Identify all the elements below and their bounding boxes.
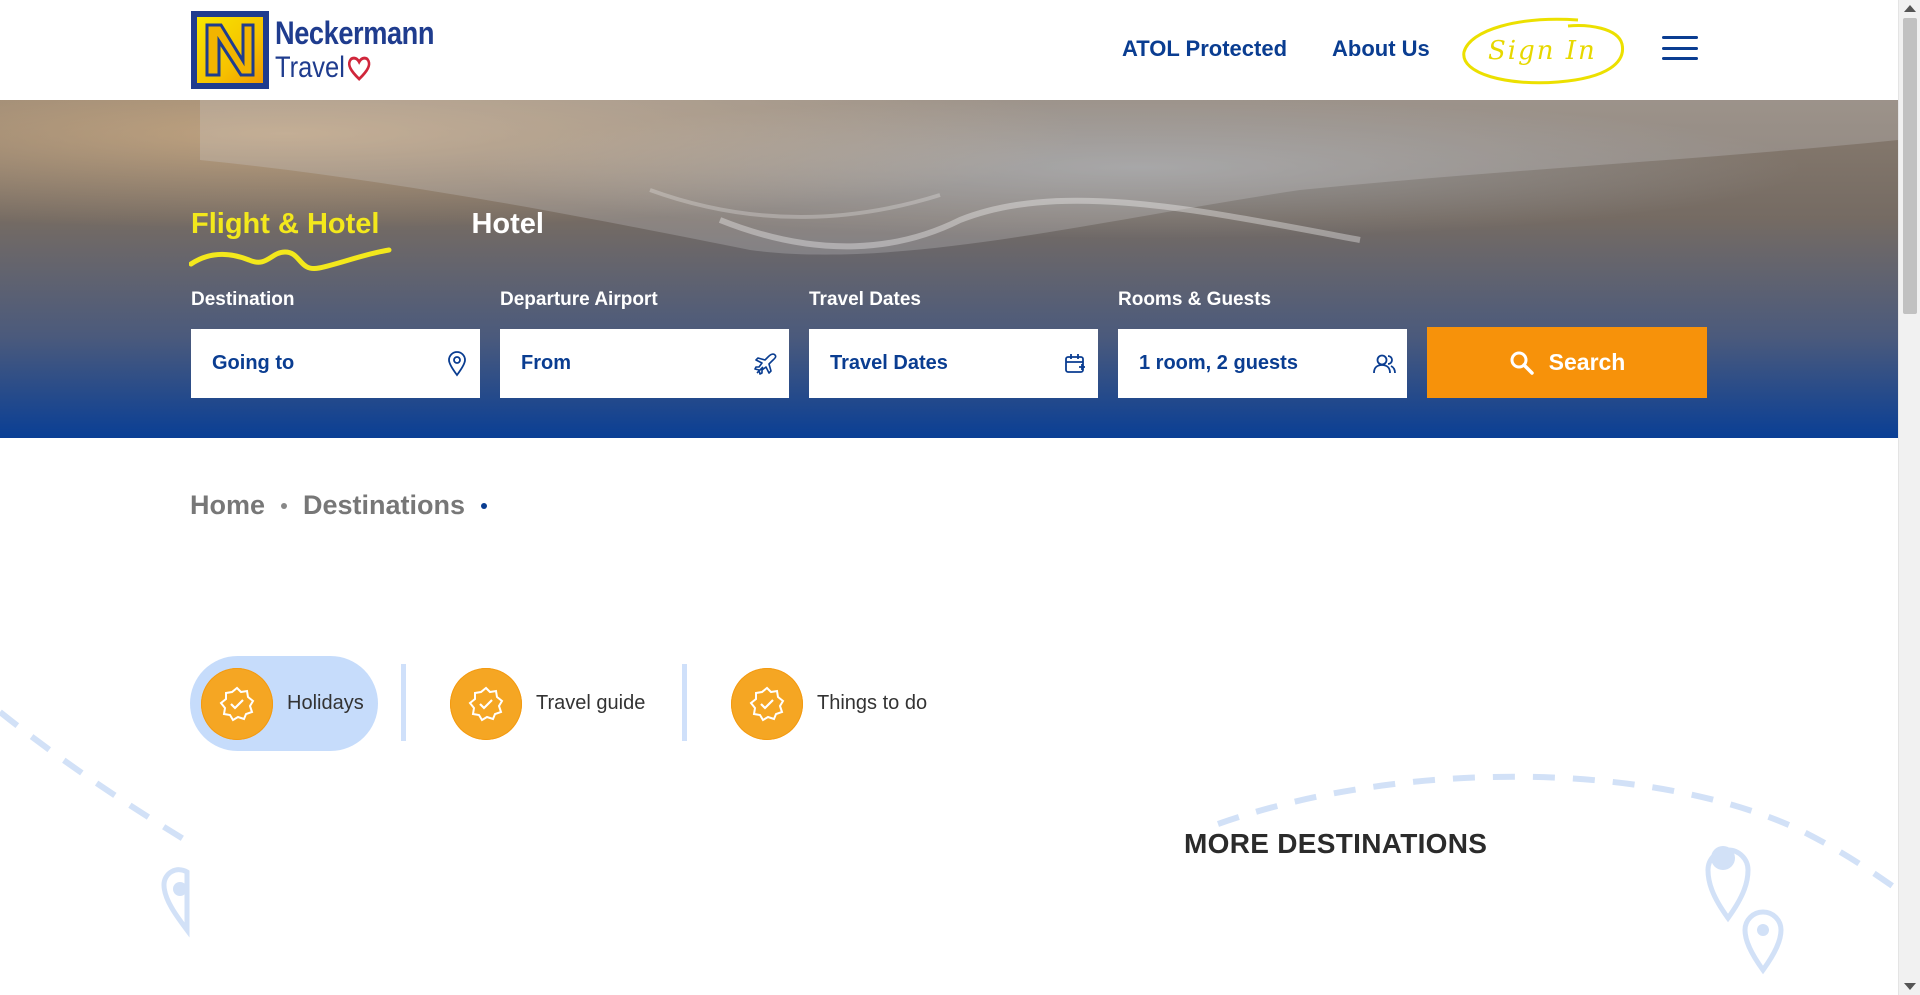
search-button-label: Search <box>1548 349 1626 375</box>
breadcrumb-separator <box>481 502 488 509</box>
travel-dates-field[interactable]: Travel Dates <box>809 329 1098 398</box>
breadcrumb-destinations[interactable]: Destinations <box>303 490 465 521</box>
guests-icon <box>1373 354 1396 374</box>
sign-in-button[interactable]: Sign In <box>1458 14 1628 88</box>
scroll-up-arrow-icon[interactable] <box>1904 5 1916 12</box>
rooms-guests-label: Rooms & Guests <box>1118 289 1272 310</box>
logo-text-travel: Travel <box>275 51 345 84</box>
destination-label: Destination <box>191 289 295 310</box>
badge-check-icon <box>201 667 273 740</box>
departure-placeholder: From <box>521 352 571 374</box>
badge-check-icon <box>450 667 522 740</box>
heart-icon <box>348 56 371 81</box>
category-holidays-label: Holidays <box>287 692 364 714</box>
departure-airport-label: Departure Airport <box>500 289 658 310</box>
scroll-down-arrow-icon[interactable] <box>1904 983 1916 990</box>
departure-airport-field[interactable]: From <box>500 329 789 398</box>
more-destinations-heading: MORE DESTINATIONS <box>1184 828 1488 859</box>
rooms-guests-value: 1 room, 2 guests <box>1139 352 1298 374</box>
rooms-guests-field[interactable]: 1 room, 2 guests <box>1118 329 1407 398</box>
nav-atol-protected[interactable]: ATOL Protected <box>1122 36 1287 62</box>
neckermann-logo[interactable]: Neckermann Travel <box>191 11 462 89</box>
scrollbar-thumb[interactable] <box>1903 18 1917 314</box>
tab-hotel[interactable]: Hotel <box>471 208 544 241</box>
logo-mark-icon <box>191 11 269 89</box>
page-scrollbar[interactable] <box>1898 0 1920 995</box>
nav-about-us[interactable]: About Us <box>1332 36 1430 62</box>
breadcrumb: Home Destinations <box>190 490 503 521</box>
site-header: Neckermann Travel ATOL Protected About U… <box>0 0 1898 100</box>
breadcrumb-home[interactable]: Home <box>190 490 265 521</box>
breadcrumb-separator <box>281 502 288 509</box>
calendar-icon <box>1065 354 1085 373</box>
category-things-to-do-label: Things to do <box>817 692 928 714</box>
squiggle-underline-icon <box>189 247 392 271</box>
menu-icon[interactable] <box>1662 36 1698 60</box>
hero-search-banner: Flight & Hotel Hotel Destination Departu… <box>0 100 1898 438</box>
destination-field[interactable]: Going to <box>191 329 480 398</box>
category-holidays[interactable]: Holidays <box>190 656 378 751</box>
airplane-icon <box>754 353 777 375</box>
search-icon <box>1510 351 1534 375</box>
category-divider <box>682 664 687 741</box>
destination-placeholder: Going to <box>212 352 295 374</box>
logo-text-neckermann: Neckermann <box>275 15 435 51</box>
travel-dates-placeholder: Travel Dates <box>830 352 948 374</box>
tab-flight-hotel[interactable]: Flight & Hotel <box>189 208 392 271</box>
location-pin-icon <box>448 351 466 377</box>
category-things-to-do[interactable]: Things to do <box>731 656 927 751</box>
search-button[interactable]: Search <box>1427 327 1707 398</box>
badge-check-icon <box>731 667 803 740</box>
category-travel-guide[interactable]: Travel guide <box>450 656 645 751</box>
travel-dates-label: Travel Dates <box>809 289 921 310</box>
category-travel-guide-label: Travel guide <box>536 692 646 714</box>
category-divider <box>401 664 406 741</box>
sign-in-label: Sign In <box>1488 36 1597 66</box>
